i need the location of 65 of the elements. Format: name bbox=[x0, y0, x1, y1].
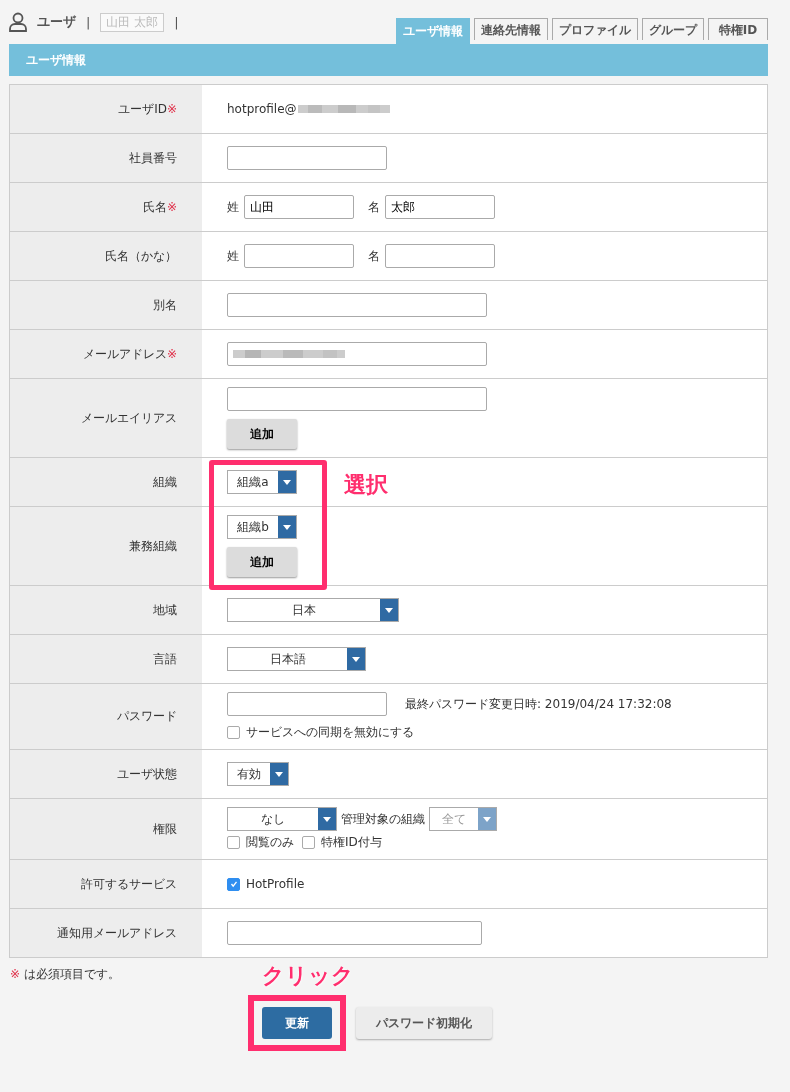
checkbox[interactable] bbox=[227, 726, 240, 739]
separator: | bbox=[86, 14, 91, 30]
dropdown[interactable]: 有効 bbox=[227, 762, 289, 786]
checkbox-label: サービスへの同期を無効にする bbox=[246, 724, 414, 741]
field-label: ユーザ状態 bbox=[10, 750, 202, 798]
section-title: ユーザ情報 bbox=[26, 51, 86, 69]
checkbox[interactable] bbox=[227, 877, 240, 891]
input-field[interactable] bbox=[385, 244, 495, 268]
dropdown[interactable]: 組織b bbox=[227, 515, 297, 539]
checkbox[interactable] bbox=[227, 836, 240, 849]
dropdown[interactable]: 組織a bbox=[227, 470, 297, 494]
field-label: ユーザID※ bbox=[10, 85, 202, 133]
field-label: 通知用メールアドレス bbox=[10, 909, 202, 957]
tab[interactable]: 特権ID bbox=[708, 18, 768, 40]
tab[interactable]: プロファイル bbox=[552, 18, 638, 40]
field-label: 権限 bbox=[10, 799, 202, 859]
user-name-label: 山田 太郎 bbox=[100, 12, 165, 32]
tab[interactable]: グループ bbox=[642, 18, 704, 40]
dropdown[interactable]: 日本 bbox=[227, 598, 399, 622]
update-button[interactable]: 更新 bbox=[262, 1007, 332, 1039]
field-label: メールエイリアス bbox=[10, 379, 202, 457]
name-prefix: 名 bbox=[368, 198, 380, 216]
page-title: ユーザ bbox=[37, 13, 76, 31]
scope-label: 管理対象の組織 bbox=[341, 810, 425, 828]
input-field[interactable] bbox=[227, 146, 387, 170]
dropdown[interactable]: 日本語 bbox=[227, 647, 366, 671]
field-label: パスワード bbox=[10, 684, 202, 749]
checkbox[interactable] bbox=[302, 836, 315, 849]
check-icon bbox=[228, 879, 239, 889]
annotation-text: 選択 bbox=[344, 471, 388, 499]
input-field[interactable] bbox=[244, 244, 354, 268]
name-prefix: 姓 bbox=[227, 198, 239, 216]
input-field[interactable]: 太郎 bbox=[385, 195, 495, 219]
checkbox-label: HotProfile bbox=[246, 877, 305, 891]
required-note: ※ は必須項目です。 bbox=[10, 966, 120, 983]
field-label: 許可するサービス bbox=[10, 860, 202, 908]
password-field[interactable] bbox=[227, 692, 387, 716]
field-label: 氏名※ bbox=[10, 183, 202, 231]
input-field[interactable] bbox=[227, 293, 487, 317]
tab[interactable]: 連絡先情報 bbox=[474, 18, 548, 40]
checkbox-label: 特権ID付与 bbox=[321, 834, 382, 851]
reset-password-button[interactable]: パスワード初期化 bbox=[356, 1007, 492, 1039]
input-field[interactable]: 山田 bbox=[244, 195, 354, 219]
email-field[interactable] bbox=[227, 342, 487, 366]
user-icon bbox=[9, 12, 27, 32]
checkbox-label: 閲覧のみ bbox=[246, 834, 294, 851]
field-label: 社員番号 bbox=[10, 134, 202, 182]
dropdown[interactable]: なし bbox=[227, 807, 337, 831]
field-label: 地域 bbox=[10, 586, 202, 634]
field-label: 組織 bbox=[10, 458, 202, 506]
password-changed-note: 最終パスワード変更日時: 2019/04/24 17:32:08 bbox=[405, 695, 672, 713]
add-button[interactable]: 追加 bbox=[227, 419, 297, 449]
input-field[interactable] bbox=[227, 387, 487, 411]
input-field[interactable] bbox=[227, 921, 482, 945]
user-id-text: hotprofile@ bbox=[227, 102, 297, 116]
field-label: 兼務組織 bbox=[10, 507, 202, 585]
field-label: 氏名（かな） bbox=[10, 232, 202, 280]
separator: | bbox=[174, 14, 179, 30]
field-label: 言語 bbox=[10, 635, 202, 683]
field-label: 別名 bbox=[10, 281, 202, 329]
field-label: メールアドレス※ bbox=[10, 330, 202, 378]
name-prefix: 名 bbox=[368, 247, 380, 265]
name-prefix: 姓 bbox=[227, 247, 239, 265]
annotation-text: クリック bbox=[262, 962, 354, 990]
add-button[interactable]: 追加 bbox=[227, 547, 297, 577]
